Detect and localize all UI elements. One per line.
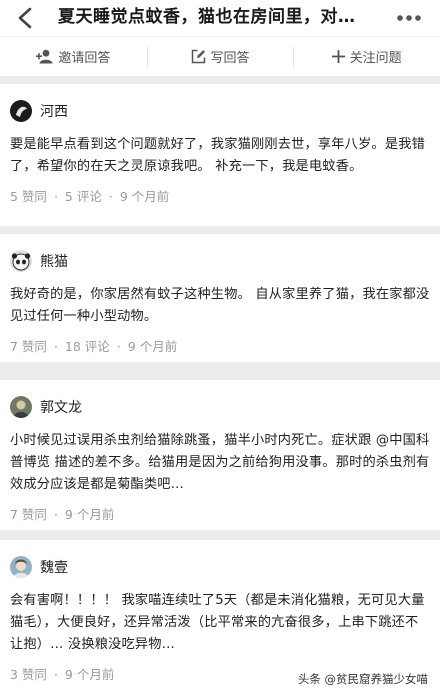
question-action-bar: 邀请回答 写回答 关注问题	[0, 36, 440, 76]
follow-question-label: 关注问题	[349, 51, 402, 66]
upvote-count: 7 赞同	[10, 339, 47, 354]
answer-content[interactable]: 小时候见过误用杀虫剂给猫除跳蚤，猫半小时内死亡。症状跟 @中国科普博览 描述的差…	[10, 430, 430, 496]
invite-answer-label: 邀请回答	[58, 51, 111, 66]
upvote-count: 5 赞同	[10, 189, 47, 204]
avatar[interactable]	[10, 556, 32, 578]
add-person-icon	[36, 49, 53, 64]
source-watermark: 头条 @贫民窟养猫少女喵	[293, 670, 432, 688]
answer-author[interactable]: 郭文龙	[10, 390, 430, 424]
answer-author[interactable]: 河西	[10, 94, 430, 128]
upvote-count: 7 赞同	[10, 507, 47, 522]
write-answer-button[interactable]: 写回答	[146, 37, 294, 76]
upvote-count: 3 赞同	[10, 667, 47, 682]
back-arrow-icon[interactable]	[14, 6, 38, 30]
author-name[interactable]: 魏壹	[40, 557, 68, 577]
follow-question-button[interactable]: 关注问题	[293, 37, 440, 76]
avatar[interactable]	[10, 250, 32, 272]
top-nav-bar: 夏天睡觉点蚊香，猫也在房间里，对…	[0, 0, 440, 36]
plus-icon	[331, 50, 345, 63]
write-answer-label: 写回答	[210, 51, 250, 66]
answer-time: 9 个月前	[64, 507, 115, 522]
avatar[interactable]	[10, 396, 32, 418]
edit-icon	[191, 49, 205, 64]
answer-author[interactable]: 熊猫	[10, 244, 430, 278]
answer-meta: 5 赞同 · 5 评论 · 9 个月前	[10, 189, 170, 204]
more-options-icon[interactable]	[396, 9, 422, 27]
answer-card[interactable]: 郭文龙 小时候见过误用杀虫剂给猫除跳蚤，猫半小时内死亡。症状跟 @中国科普博览 …	[0, 380, 440, 530]
answer-meta: 7 赞同 · 9 个月前	[10, 507, 115, 522]
comment-count[interactable]: 5 评论	[65, 189, 102, 204]
answer-meta: 7 赞同 · 18 评论 · 9 个月前	[10, 339, 178, 354]
avatar[interactable]	[10, 100, 32, 122]
answer-content[interactable]: 要是能早点看到这个问题就好了，我家猫刚刚去世，享年八岁。是我错了，希望你的在天之…	[10, 134, 430, 178]
question-title: 夏天睡觉点蚊香，猫也在房间里，对…	[58, 7, 356, 27]
invite-answer-button[interactable]: 邀请回答	[0, 37, 147, 76]
answer-time: 9 个月前	[64, 667, 115, 682]
answer-author[interactable]: 魏壹	[10, 550, 430, 584]
comment-count[interactable]: 18 评论	[65, 339, 110, 354]
answer-content[interactable]: 我好奇的是，你家居然有蚊子这种生物。 自从家里养了猫，我在家都没见过任何一种小型…	[10, 284, 430, 328]
answer-card[interactable]: 熊猫 我好奇的是，你家居然有蚊子这种生物。 自从家里养了猫，我在家都没见过任何一…	[0, 234, 440, 362]
author-name[interactable]: 郭文龙	[40, 397, 82, 417]
author-name[interactable]: 熊猫	[40, 251, 68, 271]
answer-time: 9 个月前	[119, 189, 170, 204]
answer-content[interactable]: 会有害啊！！！！ 我家喵连续吐了5天（都是未消化猫粮，无可见大量猫毛），大便良好…	[10, 590, 430, 656]
answer-time: 9 个月前	[127, 339, 178, 354]
author-name[interactable]: 河西	[40, 101, 68, 121]
answer-card[interactable]: 河西 要是能早点看到这个问题就好了，我家猫刚刚去世，享年八岁。是我错了，希望你的…	[0, 84, 440, 226]
